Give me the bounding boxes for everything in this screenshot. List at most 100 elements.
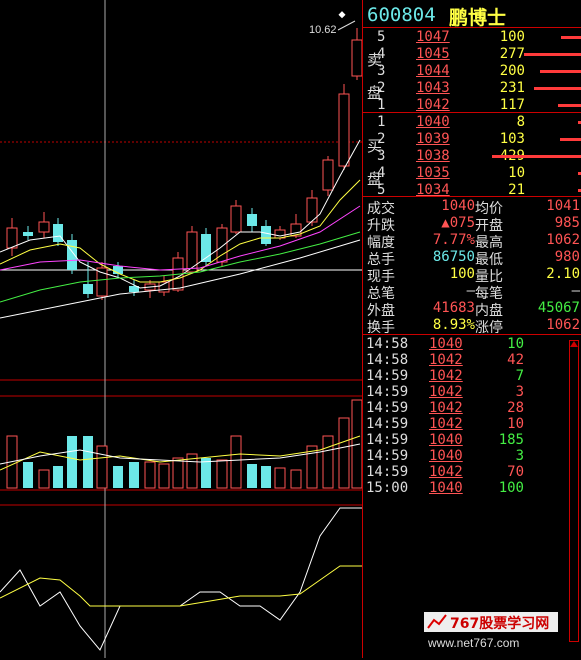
- tick-row[interactable]: 15:00 1040 100: [363, 480, 581, 496]
- candle-body-down: [53, 224, 63, 242]
- tick-row[interactable]: 14:59 1042 28: [363, 400, 581, 416]
- level-index: 4: [377, 46, 386, 62]
- divider: [363, 334, 581, 335]
- tick-row[interactable]: 14:59 1042 10: [363, 416, 581, 432]
- tick-time: 14:59: [366, 448, 409, 464]
- level-price: 1040: [416, 114, 450, 130]
- level-volume: 8: [516, 114, 525, 130]
- tick-time: 14:59: [366, 368, 409, 384]
- watermark-url: www.net767.com: [428, 636, 520, 650]
- tick-price: 1042: [429, 352, 463, 368]
- level-price: 1045: [416, 46, 450, 62]
- bid-row[interactable]: 3 1038 429: [363, 148, 581, 165]
- ask-row[interactable]: 3 1044 200: [363, 63, 581, 80]
- stat-value: 985: [554, 215, 580, 231]
- tick-row[interactable]: 14:59 1042 7: [363, 368, 581, 384]
- level-volume: 10: [508, 165, 525, 181]
- candle-body-up: [38, 221, 50, 233]
- volume-bar-up: [338, 417, 350, 489]
- indicator-line-d: [0, 565, 362, 607]
- watermark: 767股票学习网 www.net767.com: [424, 612, 558, 656]
- tick-row[interactable]: 14:59 1042 70: [363, 464, 581, 480]
- tick-volume: 28: [507, 400, 524, 416]
- volume-bar-down: [201, 458, 211, 488]
- tick-time: 14:59: [366, 416, 409, 432]
- depth-bar: [560, 138, 581, 141]
- volume-bar-up: [274, 467, 286, 489]
- candle-body-up: [186, 231, 198, 273]
- stat-value: —: [466, 283, 475, 299]
- tick-volume: 3: [515, 384, 524, 400]
- candle-body-up: [322, 159, 334, 191]
- quote-panel: 600804 鹏博士 卖盘 5 1047 100 4 1045 277 3 1044 200 2 1…: [362, 0, 581, 658]
- tick-price: 1042: [429, 464, 463, 480]
- candle-body-up: [230, 205, 242, 233]
- watermark-title: 767股票学习网: [450, 616, 550, 632]
- tick-price: 1040: [429, 336, 463, 352]
- bid-row[interactable]: 1 1040 8: [363, 114, 581, 131]
- level-volume: 103: [499, 131, 525, 147]
- volume-bar-down: [129, 462, 139, 488]
- stat-value: 980: [554, 249, 580, 265]
- level-index: 3: [377, 148, 386, 164]
- level-index: 2: [377, 131, 386, 147]
- tick-price: 1040: [429, 432, 463, 448]
- volume-bar-up: [322, 435, 334, 489]
- volume-bar-up: [172, 457, 184, 489]
- volume-bar-up: [158, 463, 170, 489]
- scroll-up-icon[interactable]: [570, 341, 578, 347]
- volume-bar-up: [230, 435, 242, 489]
- tick-time: 14:59: [366, 464, 409, 480]
- tick-time: 14:59: [366, 432, 409, 448]
- level-index: 4: [377, 165, 386, 181]
- tick-price: 1042: [429, 416, 463, 432]
- kline-chart[interactable]: 10.62: [0, 0, 362, 658]
- tick-time: 14:59: [366, 384, 409, 400]
- volume-bar-up: [144, 461, 156, 489]
- volume-bar-down: [83, 436, 93, 488]
- level-price: 1044: [416, 63, 450, 79]
- candle-body-down: [67, 240, 77, 270]
- candle-body-up: [351, 39, 362, 77]
- tick-time: 14:58: [366, 336, 409, 352]
- volume-bar-down: [23, 462, 33, 488]
- ask-row[interactable]: 2 1043 231: [363, 80, 581, 97]
- depth-bar: [524, 53, 581, 56]
- volume-bar-down: [247, 464, 257, 488]
- level-volume: 100: [499, 29, 525, 45]
- tick-time: 15:00: [366, 480, 409, 496]
- level-price: 1039: [416, 131, 450, 147]
- level-index: 2: [377, 80, 386, 96]
- ask-row[interactable]: 4 1045 277: [363, 46, 581, 63]
- stat-value: 8.93%: [432, 317, 475, 333]
- depth-bar: [492, 155, 581, 158]
- level-volume: 231: [499, 80, 525, 96]
- tick-row[interactable]: 14:58 1042 42: [363, 352, 581, 368]
- volume-bar-up: [290, 469, 302, 489]
- tick-row[interactable]: 14:59 1040 3: [363, 448, 581, 464]
- depth-bar: [561, 36, 581, 39]
- candle-body-up: [6, 227, 18, 249]
- stat-value: 100: [449, 266, 475, 282]
- divider: [363, 27, 581, 28]
- volume-bar-up: [38, 469, 50, 489]
- depth-bar: [540, 70, 581, 73]
- candle-body-down: [247, 214, 257, 226]
- level-price: 1043: [416, 80, 450, 96]
- stat-value: 2.10: [546, 266, 580, 282]
- volume-bar-down: [67, 436, 77, 488]
- ask-row[interactable]: 5 1047 100: [363, 29, 581, 46]
- bid-row[interactable]: 2 1039 103: [363, 131, 581, 148]
- tick-row[interactable]: 14:58 1040 10: [363, 336, 581, 352]
- level-index: 5: [377, 29, 386, 45]
- tick-row[interactable]: 14:59 1042 3: [363, 384, 581, 400]
- scrollbar[interactable]: [569, 340, 579, 642]
- tick-volume: 10: [507, 336, 524, 352]
- stat-value: 1040: [441, 198, 475, 214]
- tick-price: 1040: [429, 480, 463, 496]
- bid-row[interactable]: 4 1035 10: [363, 165, 581, 182]
- stat-value: 86750: [432, 249, 475, 265]
- level-volume: 277: [499, 46, 525, 62]
- price-label-pointer: [337, 20, 356, 31]
- tick-row[interactable]: 14:59 1040 185: [363, 432, 581, 448]
